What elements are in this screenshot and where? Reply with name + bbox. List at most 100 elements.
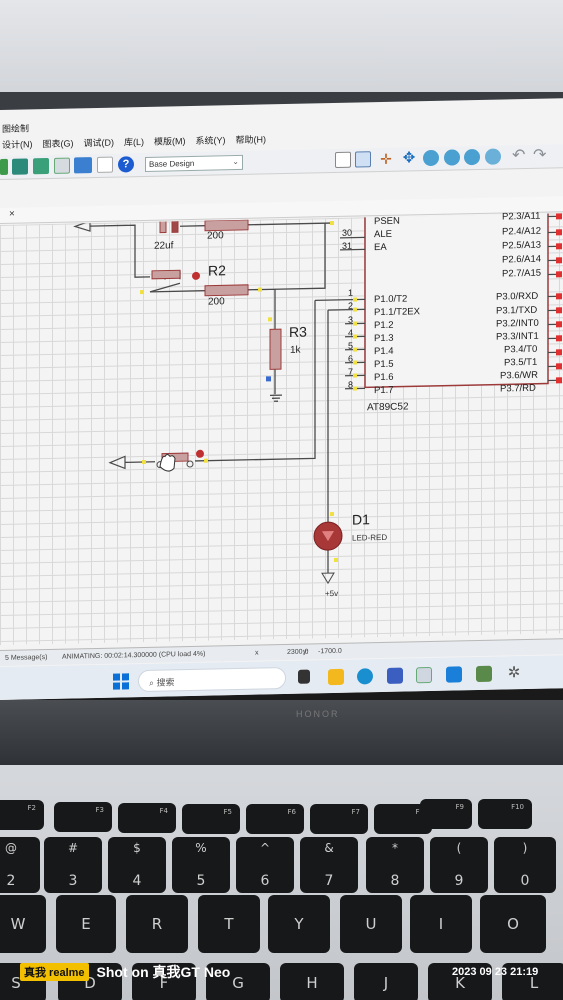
- key-h[interactable]: H: [280, 963, 344, 1000]
- refresh-icon[interactable]: [335, 151, 351, 168]
- key-9[interactable]: (9: [430, 837, 488, 893]
- key-o[interactable]: O: [480, 895, 546, 953]
- menu-library[interactable]: 库(L): [124, 135, 144, 151]
- design-variant-select[interactable]: Base Design ⌄: [145, 154, 243, 172]
- pan-icon[interactable]: ✥: [401, 149, 417, 166]
- mail-icon[interactable]: [446, 666, 462, 683]
- key-f5[interactable]: F5: [182, 804, 240, 834]
- messages-count[interactable]: 5 Message(s): [5, 654, 47, 662]
- help-icon[interactable]: ?: [118, 156, 134, 173]
- ground-symbol: [270, 394, 282, 402]
- taskbar-search-input[interactable]: ⌕ 搜索: [138, 667, 286, 693]
- edge-browser-icon[interactable]: [357, 668, 373, 685]
- file-explorer-icon[interactable]: [328, 668, 344, 686]
- zoom-all-icon[interactable]: [464, 148, 480, 166]
- key-f9[interactable]: F9: [420, 799, 472, 829]
- netlist-icon[interactable]: [74, 157, 92, 174]
- pin-num-4: 4: [348, 327, 354, 338]
- zoom-area-icon[interactable]: [485, 148, 501, 165]
- pin-p10: P1.0/T2: [374, 293, 408, 306]
- key-4[interactable]: $4: [108, 837, 166, 893]
- r3-body: [269, 328, 282, 370]
- redo-icon[interactable]: ↷: [533, 147, 549, 164]
- wire-pin1: [315, 299, 345, 302]
- pin-p33: P3.3/INT1: [496, 330, 539, 343]
- wire-cap-res: [180, 225, 205, 227]
- component-icon[interactable]: [12, 158, 28, 175]
- monitor-bezel: [0, 0, 563, 110]
- pushbutton-2-contact-b: [186, 460, 194, 468]
- resistor-top-body: [204, 219, 249, 232]
- key-7[interactable]: & 7: [300, 837, 358, 893]
- pin-p23: P2.3/A11: [502, 210, 541, 223]
- r2-value: 200: [208, 296, 225, 308]
- settings-icon[interactable]: ✲: [506, 664, 522, 681]
- key-i[interactable]: I: [410, 895, 472, 953]
- probe-blue: [266, 376, 271, 382]
- resistor-top-value: 200: [207, 230, 224, 242]
- zoom-in-icon[interactable]: [423, 149, 439, 167]
- key-0[interactable]: ) 0: [494, 837, 556, 893]
- menu-debug[interactable]: 调试(D): [84, 136, 115, 153]
- schematic-drawing: [73, 213, 562, 585]
- task-view-icon[interactable]: [298, 669, 310, 684]
- key-6[interactable]: ^ 6: [236, 837, 294, 893]
- key-3[interactable]: #3: [44, 837, 102, 893]
- pushbutton-1-cap: [151, 269, 181, 280]
- bom-icon[interactable]: [54, 157, 70, 174]
- pin-num-3: 3: [348, 314, 354, 325]
- remote-desktop-icon[interactable]: [416, 666, 432, 684]
- pin-p11: P1.1/T2EX: [374, 306, 420, 319]
- key-y[interactable]: Y: [268, 895, 330, 953]
- laptop-screen: 图绘制 设计(N) 图表(G) 调试(D) 库(L) 模版(M) 系统(Y) 帮…: [0, 98, 563, 700]
- key-2[interactable]: @2: [0, 837, 40, 893]
- pin-num-5: 5: [348, 340, 354, 351]
- key-f3[interactable]: F3: [54, 802, 112, 832]
- report-icon[interactable]: [97, 156, 113, 173]
- wire-button-r2: [150, 290, 205, 293]
- pin-p31: P3.1/TXD: [496, 304, 538, 317]
- menu-template[interactable]: 模版(M): [154, 134, 186, 151]
- key-e[interactable]: E: [56, 895, 116, 953]
- store-icon[interactable]: [387, 667, 403, 684]
- menu-design[interactable]: 设计(N): [2, 137, 33, 154]
- schematic-app-icon[interactable]: [476, 665, 492, 683]
- coord-y-value: -1700.0: [318, 647, 342, 656]
- key-8[interactable]: * 8: [366, 837, 424, 893]
- back-icon[interactable]: [0, 158, 8, 175]
- key-f10[interactable]: F10: [478, 799, 532, 829]
- port-arrow-top: [73, 220, 91, 232]
- close-tab-icon[interactable]: ×: [9, 209, 15, 220]
- schematic-canvas[interactable]: 22uf 200 R2 200 R3 1k D1 LED-RED +5v AT8…: [0, 210, 563, 645]
- grid-toggle-icon[interactable]: [355, 151, 371, 168]
- key-w[interactable]: W: [0, 895, 46, 953]
- library-icon[interactable]: [33, 157, 49, 175]
- windows-start-icon[interactable]: [113, 673, 129, 690]
- key-f4[interactable]: F4: [118, 803, 176, 833]
- pin-p13: P1.3: [374, 332, 394, 345]
- key-f7[interactable]: F7: [310, 804, 368, 834]
- undo-icon[interactable]: ↶: [512, 147, 528, 164]
- menu-system[interactable]: 系统(Y): [196, 133, 226, 150]
- watermark-badge: 真我 realme: [20, 963, 89, 981]
- pin-num-1: 1: [348, 287, 354, 298]
- key-5[interactable]: % 5: [172, 837, 230, 893]
- key-f2[interactable]: F2: [0, 800, 44, 830]
- pin-num-6: 6: [348, 353, 354, 364]
- r2-ref: R2: [208, 262, 226, 279]
- menu-graph[interactable]: 图表(G): [43, 136, 74, 153]
- menu-help[interactable]: 帮助(H): [236, 132, 267, 149]
- origin-icon[interactable]: ✛: [378, 151, 394, 167]
- pin-psen: PSEN: [374, 215, 400, 228]
- pin-p35: P3.5/T1: [504, 356, 538, 369]
- key-u[interactable]: U: [340, 895, 402, 953]
- key-f6[interactable]: F6: [246, 804, 304, 834]
- zoom-out-icon[interactable]: [444, 149, 460, 166]
- pin-p30: P3.0/RXD: [496, 290, 539, 303]
- key-r[interactable]: R: [126, 895, 188, 953]
- d1-value: LED-RED: [352, 532, 388, 543]
- pin-num-8: 8: [348, 379, 354, 390]
- key-j[interactable]: J: [354, 963, 418, 1000]
- key-t[interactable]: T: [198, 895, 260, 953]
- pin-p14: P1.4: [374, 345, 394, 358]
